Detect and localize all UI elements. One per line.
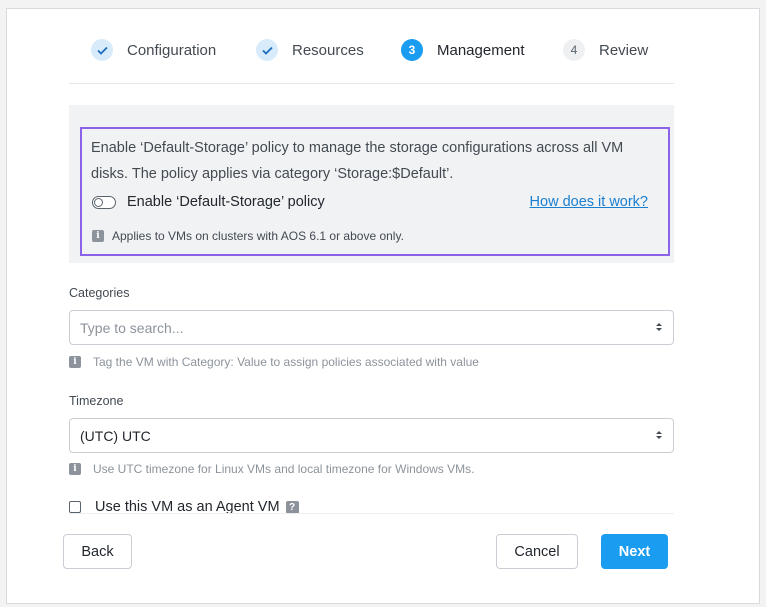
info-icon: i bbox=[69, 356, 81, 368]
question-icon[interactable]: ? bbox=[285, 500, 299, 513]
next-button[interactable]: Next bbox=[601, 534, 668, 569]
step-review[interactable]: 4 Review bbox=[563, 39, 648, 61]
policy-info-note: i Applies to VMs on clusters with AOS 6.… bbox=[92, 229, 404, 243]
step-resources[interactable]: Resources bbox=[256, 39, 364, 61]
sort-caret-icon bbox=[656, 323, 662, 331]
categories-search-input[interactable]: Type to search... bbox=[69, 310, 674, 345]
info-icon: i bbox=[69, 463, 81, 475]
create-vm-dialog: Configuration Resources 3 Management 4 R… bbox=[6, 8, 760, 604]
agent-vm-option: Use this VM as an Agent VM ? bbox=[69, 499, 299, 514]
storage-policy-panel: Enable ‘Default-Storage’ policy to manag… bbox=[69, 105, 674, 263]
policy-description: Enable ‘Default-Storage’ policy to manag… bbox=[91, 140, 624, 182]
categories-label: Categories bbox=[69, 286, 130, 300]
timezone-help: i Use UTC timezone for Linux VMs and loc… bbox=[69, 462, 474, 476]
check-icon bbox=[256, 39, 278, 61]
how-does-it-work-link[interactable]: How does it work? bbox=[530, 194, 648, 210]
agent-vm-label: Use this VM as an Agent VM bbox=[95, 499, 280, 514]
policy-info-text: Applies to VMs on clusters with AOS 6.1 … bbox=[112, 229, 404, 243]
timezone-help-text: Use UTC timezone for Linux VMs and local… bbox=[93, 462, 475, 476]
sort-caret-icon bbox=[656, 431, 662, 439]
categories-help: i Tag the VM with Category: Value to ass… bbox=[69, 355, 479, 369]
policy-toggle[interactable] bbox=[92, 196, 116, 209]
step-number: 3 bbox=[401, 39, 423, 61]
timezone-label: Timezone bbox=[69, 394, 124, 408]
policy-toggle-label: Enable ‘Default-Storage’ policy bbox=[127, 194, 325, 210]
timezone-value: (UTC) UTC bbox=[80, 427, 151, 444]
wizard-stepper: Configuration Resources 3 Management 4 R… bbox=[69, 31, 674, 84]
step-label: Resources bbox=[292, 41, 364, 59]
step-label: Review bbox=[599, 41, 649, 59]
step-management[interactable]: 3 Management bbox=[401, 39, 525, 61]
cancel-button[interactable]: Cancel bbox=[496, 534, 578, 569]
categories-placeholder: Type to search... bbox=[80, 319, 184, 336]
back-button[interactable]: Back bbox=[63, 534, 132, 569]
step-configuration[interactable]: Configuration bbox=[91, 39, 216, 61]
management-form: Enable ‘Default-Storage’ policy to manag… bbox=[69, 83, 674, 514]
check-icon bbox=[91, 39, 113, 61]
step-label: Configuration bbox=[127, 41, 217, 59]
info-icon: i bbox=[92, 230, 104, 242]
timezone-select[interactable]: (UTC) UTC bbox=[69, 418, 674, 453]
storage-policy-highlight: Enable ‘Default-Storage’ policy to manag… bbox=[80, 127, 670, 256]
agent-vm-checkbox[interactable] bbox=[69, 501, 81, 513]
categories-help-text: Tag the VM with Category: Value to assig… bbox=[93, 355, 479, 369]
step-label: Management bbox=[437, 41, 525, 59]
step-number: 4 bbox=[563, 39, 585, 61]
